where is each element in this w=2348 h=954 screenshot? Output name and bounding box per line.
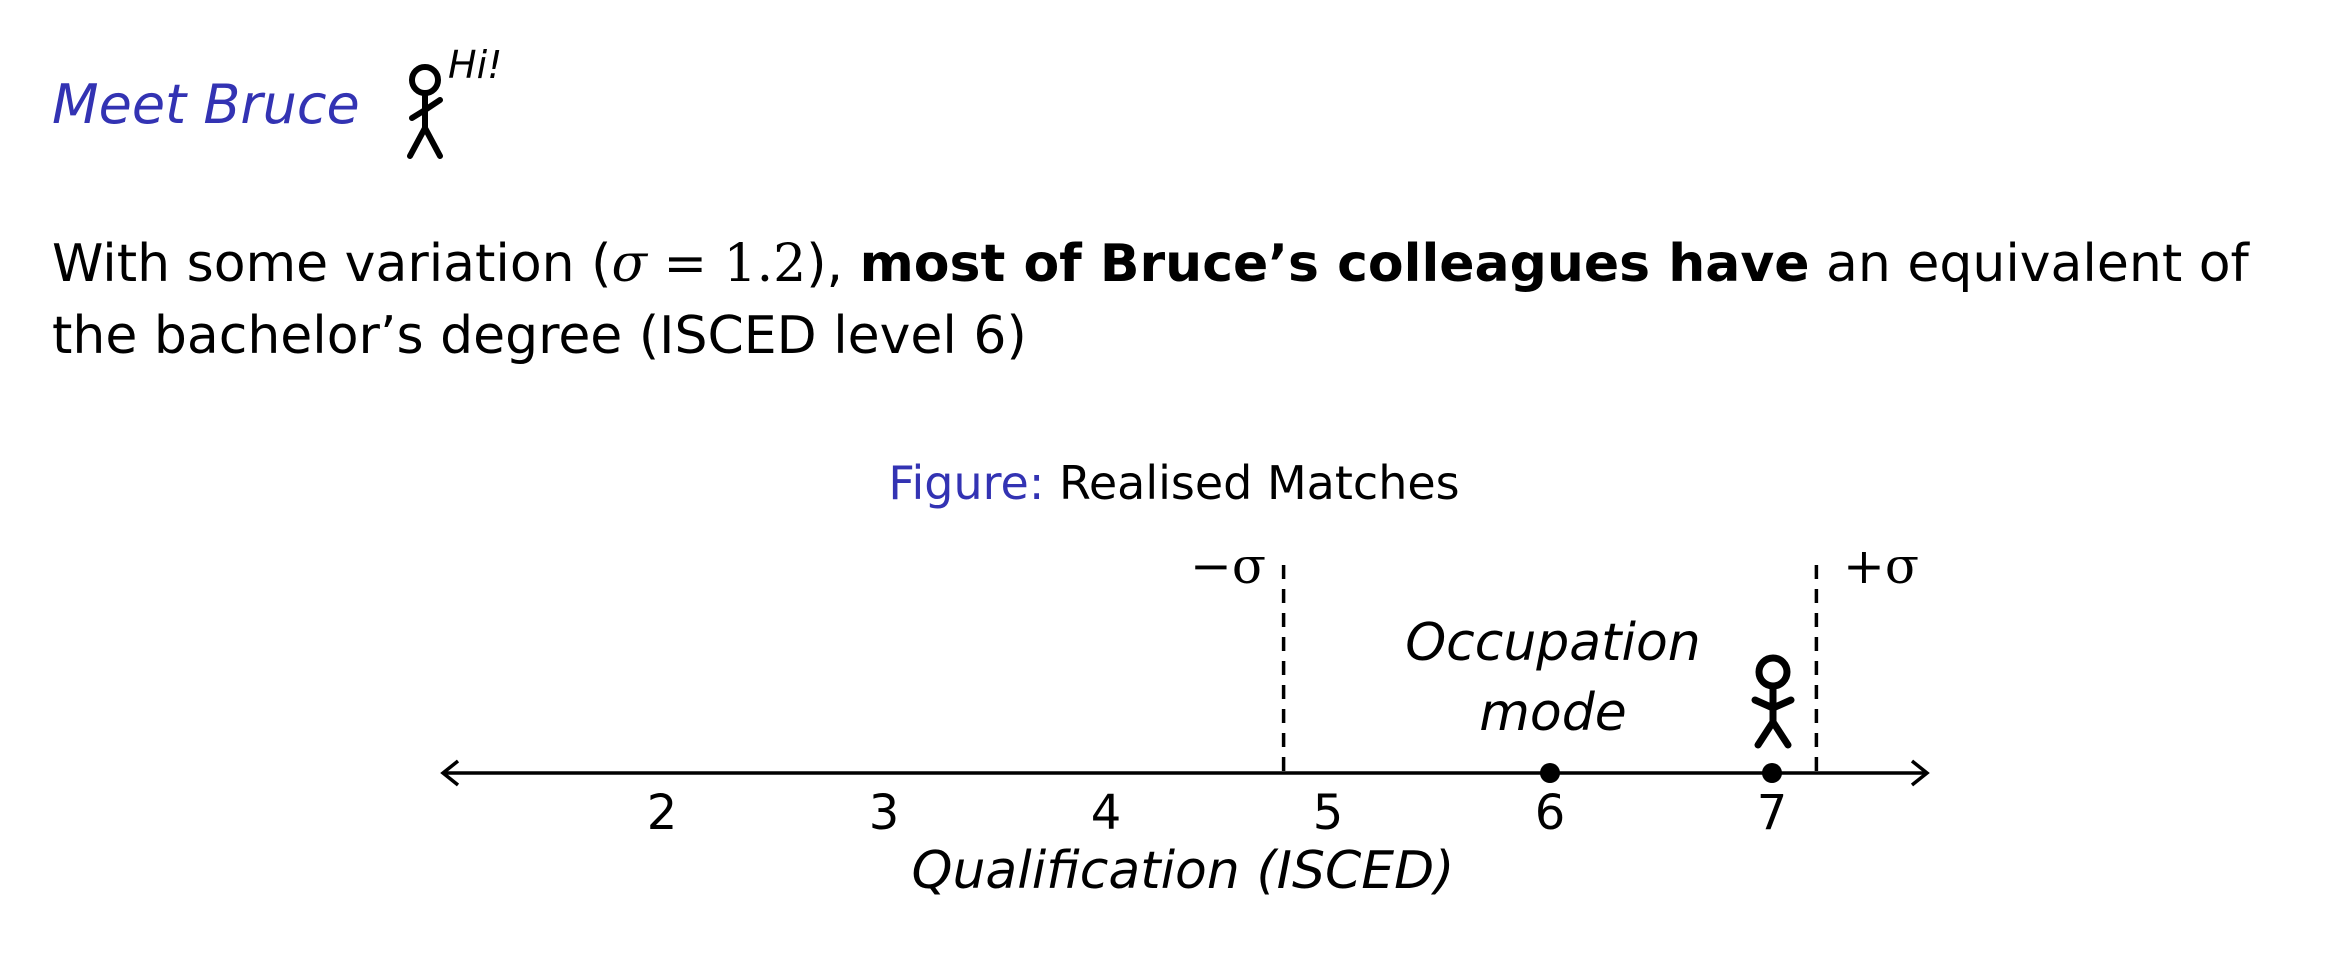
tick-label: 5 <box>1313 785 1344 841</box>
bruce-figure-icon <box>1751 654 1795 749</box>
mode-label-line2: mode <box>1479 683 1626 743</box>
plus-sigma-label: +σ <box>1843 537 1919 595</box>
data-point <box>1762 763 1782 783</box>
tick-label: 4 <box>1091 785 1122 841</box>
bruce-header-icon <box>407 64 443 159</box>
data-point <box>1540 763 1560 783</box>
tick-label: 3 <box>869 785 900 841</box>
x-axis-title: Qualification (ISCED) <box>912 841 1455 901</box>
minus-sigma-label: −σ <box>1190 537 1266 595</box>
qualification-diagram: 2 3 4 5 6 7 −σ +σ Occupation mode Qualificati… <box>407 64 1930 901</box>
mode-label-line1: Occupation <box>1405 613 1701 673</box>
tick-label: 2 <box>647 785 678 841</box>
tick-label: 7 <box>1757 785 1788 841</box>
tick-label: 6 <box>1535 785 1566 841</box>
